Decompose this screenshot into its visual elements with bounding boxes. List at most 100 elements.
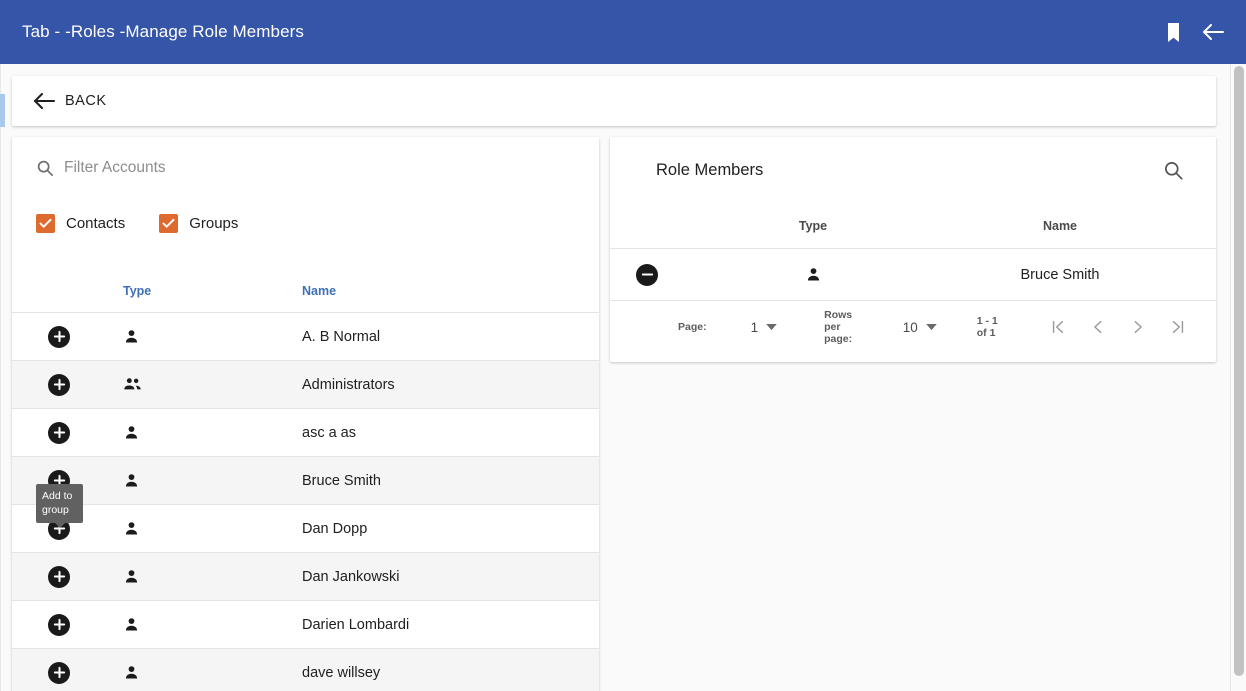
tooltip-add-to-group: Add to group: [36, 484, 83, 528]
page-scrollbar[interactable]: [1230, 64, 1246, 691]
account-type-filters: Contacts Groups: [12, 199, 599, 247]
back-button-label: BACK: [65, 93, 107, 109]
back-toolbar: BACK: [12, 76, 1216, 126]
add-circle-icon[interactable]: [48, 661, 70, 684]
chevron-down-icon: [926, 323, 937, 331]
column-header-name: Name: [302, 283, 337, 298]
person-icon: [123, 520, 140, 537]
person-icon: [123, 616, 140, 633]
row-action-cell: [610, 263, 682, 286]
filter-accounts-field[interactable]: [36, 159, 575, 177]
row-name-text: Dan Dopp: [302, 520, 368, 537]
paginator: Page: 1 Rows per page: 10 1 - 1 of 1: [610, 301, 1216, 353]
app-header-bar: Tab - -Roles -Manage Role Members: [0, 0, 1246, 64]
row-name-cell: Dan Jankowski: [302, 569, 599, 585]
last-page-icon[interactable]: [1158, 307, 1198, 347]
checkbox-checked-icon: [36, 213, 55, 233]
back-button[interactable]: BACK: [32, 92, 107, 110]
row-name-cell: Bruce Smith: [944, 267, 1216, 283]
paginator-page-value: 1: [750, 319, 759, 335]
row-action-cell: [12, 421, 87, 444]
table-row[interactable]: asc a as: [12, 409, 599, 457]
chevron-down-icon: [766, 323, 777, 331]
accounts-panel: Contacts Groups Type: [12, 137, 599, 691]
paginator-rows-value: 10: [902, 319, 918, 335]
row-action-cell: [12, 613, 87, 636]
row-name-text: A. B Normal: [302, 328, 381, 345]
remove-circle-icon[interactable]: [636, 263, 658, 286]
person-icon: [123, 424, 140, 441]
row-type-cell: [87, 568, 302, 585]
person-icon: [123, 472, 140, 489]
paginator-page-label: Page:: [678, 321, 707, 333]
row-action-cell: [12, 565, 87, 588]
paginator-page-select[interactable]: 1: [751, 320, 778, 335]
add-circle-icon[interactable]: [48, 373, 70, 396]
row-name-cell: asc a as: [302, 425, 599, 441]
row-action-cell: [12, 661, 87, 684]
role-members-table-header: Type Name: [610, 204, 1216, 249]
page-body: BACK Filter Accounts Contacts Groups Typ…: [0, 64, 1246, 691]
paginator-nav: [1038, 307, 1198, 347]
person-icon: [805, 266, 822, 283]
checkbox-groups-label: Groups: [189, 214, 239, 232]
paginator-range-label: 1 - 1 of 1: [976, 315, 998, 339]
row-name-cell: Bruce Smith: [302, 473, 599, 489]
arrow-left-icon: [33, 92, 56, 110]
add-circle-icon[interactable]: [48, 613, 70, 636]
header-name-column[interactable]: Name: [302, 284, 599, 298]
page-scrollbar-thumb[interactable]: [1234, 66, 1244, 676]
row-type-cell: [87, 377, 302, 392]
header-type-column: Type: [682, 219, 944, 233]
accounts-table: Type Name A. B Normal Administrators asc…: [12, 269, 599, 691]
arrow-left-icon[interactable]: [1198, 17, 1228, 47]
row-type-cell: [87, 328, 302, 345]
accounts-table-header: Type Name: [12, 269, 599, 313]
search-icon: [36, 159, 54, 177]
paginator-rows-select[interactable]: 10: [903, 320, 937, 335]
row-name-text: asc a as: [302, 424, 356, 441]
checkbox-contacts[interactable]: Contacts: [36, 213, 125, 233]
role-members-panel: Role Members Type Name Bruce Smith Page:…: [610, 137, 1216, 362]
column-header-name: Name: [1042, 219, 1078, 233]
left-accent-strip: [0, 94, 5, 127]
table-row[interactable]: Dan Dopp: [12, 505, 599, 553]
row-type-cell: [87, 520, 302, 537]
row-type-cell: [87, 664, 302, 681]
chevron-right-icon[interactable]: [1118, 307, 1158, 347]
column-header-type: Type: [798, 219, 828, 233]
header-name-column: Name: [944, 219, 1216, 233]
table-row[interactable]: Bruce Smith: [610, 249, 1216, 301]
add-circle-icon[interactable]: [48, 325, 70, 348]
table-row[interactable]: Bruce Smith: [12, 457, 599, 505]
table-row[interactable]: Darien Lombardi: [12, 601, 599, 649]
row-name-cell: Dan Dopp: [302, 521, 599, 537]
row-name-text: Bruce Smith: [302, 472, 381, 489]
add-circle-icon[interactable]: [48, 565, 70, 588]
chevron-left-icon[interactable]: [1078, 307, 1118, 347]
row-name-text: Bruce Smith: [1020, 266, 1100, 283]
row-name-text: Darien Lombardi: [302, 616, 410, 633]
row-name-cell: A. B Normal: [302, 329, 599, 345]
table-row[interactable]: A. B Normal: [12, 313, 599, 361]
checkbox-checked-icon: [159, 213, 179, 233]
table-row[interactable]: Administrators: [12, 361, 599, 409]
group-icon: [123, 377, 142, 392]
row-name-cell: Administrators: [302, 377, 599, 393]
checkbox-groups[interactable]: Groups: [159, 213, 239, 233]
add-circle-icon[interactable]: [48, 421, 70, 444]
bookmark-icon[interactable]: [1158, 17, 1188, 47]
app-root: Tab - -Roles -Manage Role Members BACK F…: [0, 0, 1246, 691]
first-page-icon[interactable]: [1038, 307, 1078, 347]
role-members-title: Role Members: [656, 161, 764, 179]
row-type-cell: [682, 266, 944, 283]
header-type-column[interactable]: Type: [87, 284, 302, 298]
filter-accounts-input[interactable]: [64, 159, 575, 177]
row-type-cell: [87, 424, 302, 441]
page-title: Tab - -Roles -Manage Role Members: [22, 22, 305, 41]
search-icon[interactable]: [1160, 158, 1186, 184]
table-row[interactable]: dave willsey: [12, 649, 599, 691]
table-row[interactable]: Dan Jankowski: [12, 553, 599, 601]
filter-accounts-row: [12, 137, 599, 199]
